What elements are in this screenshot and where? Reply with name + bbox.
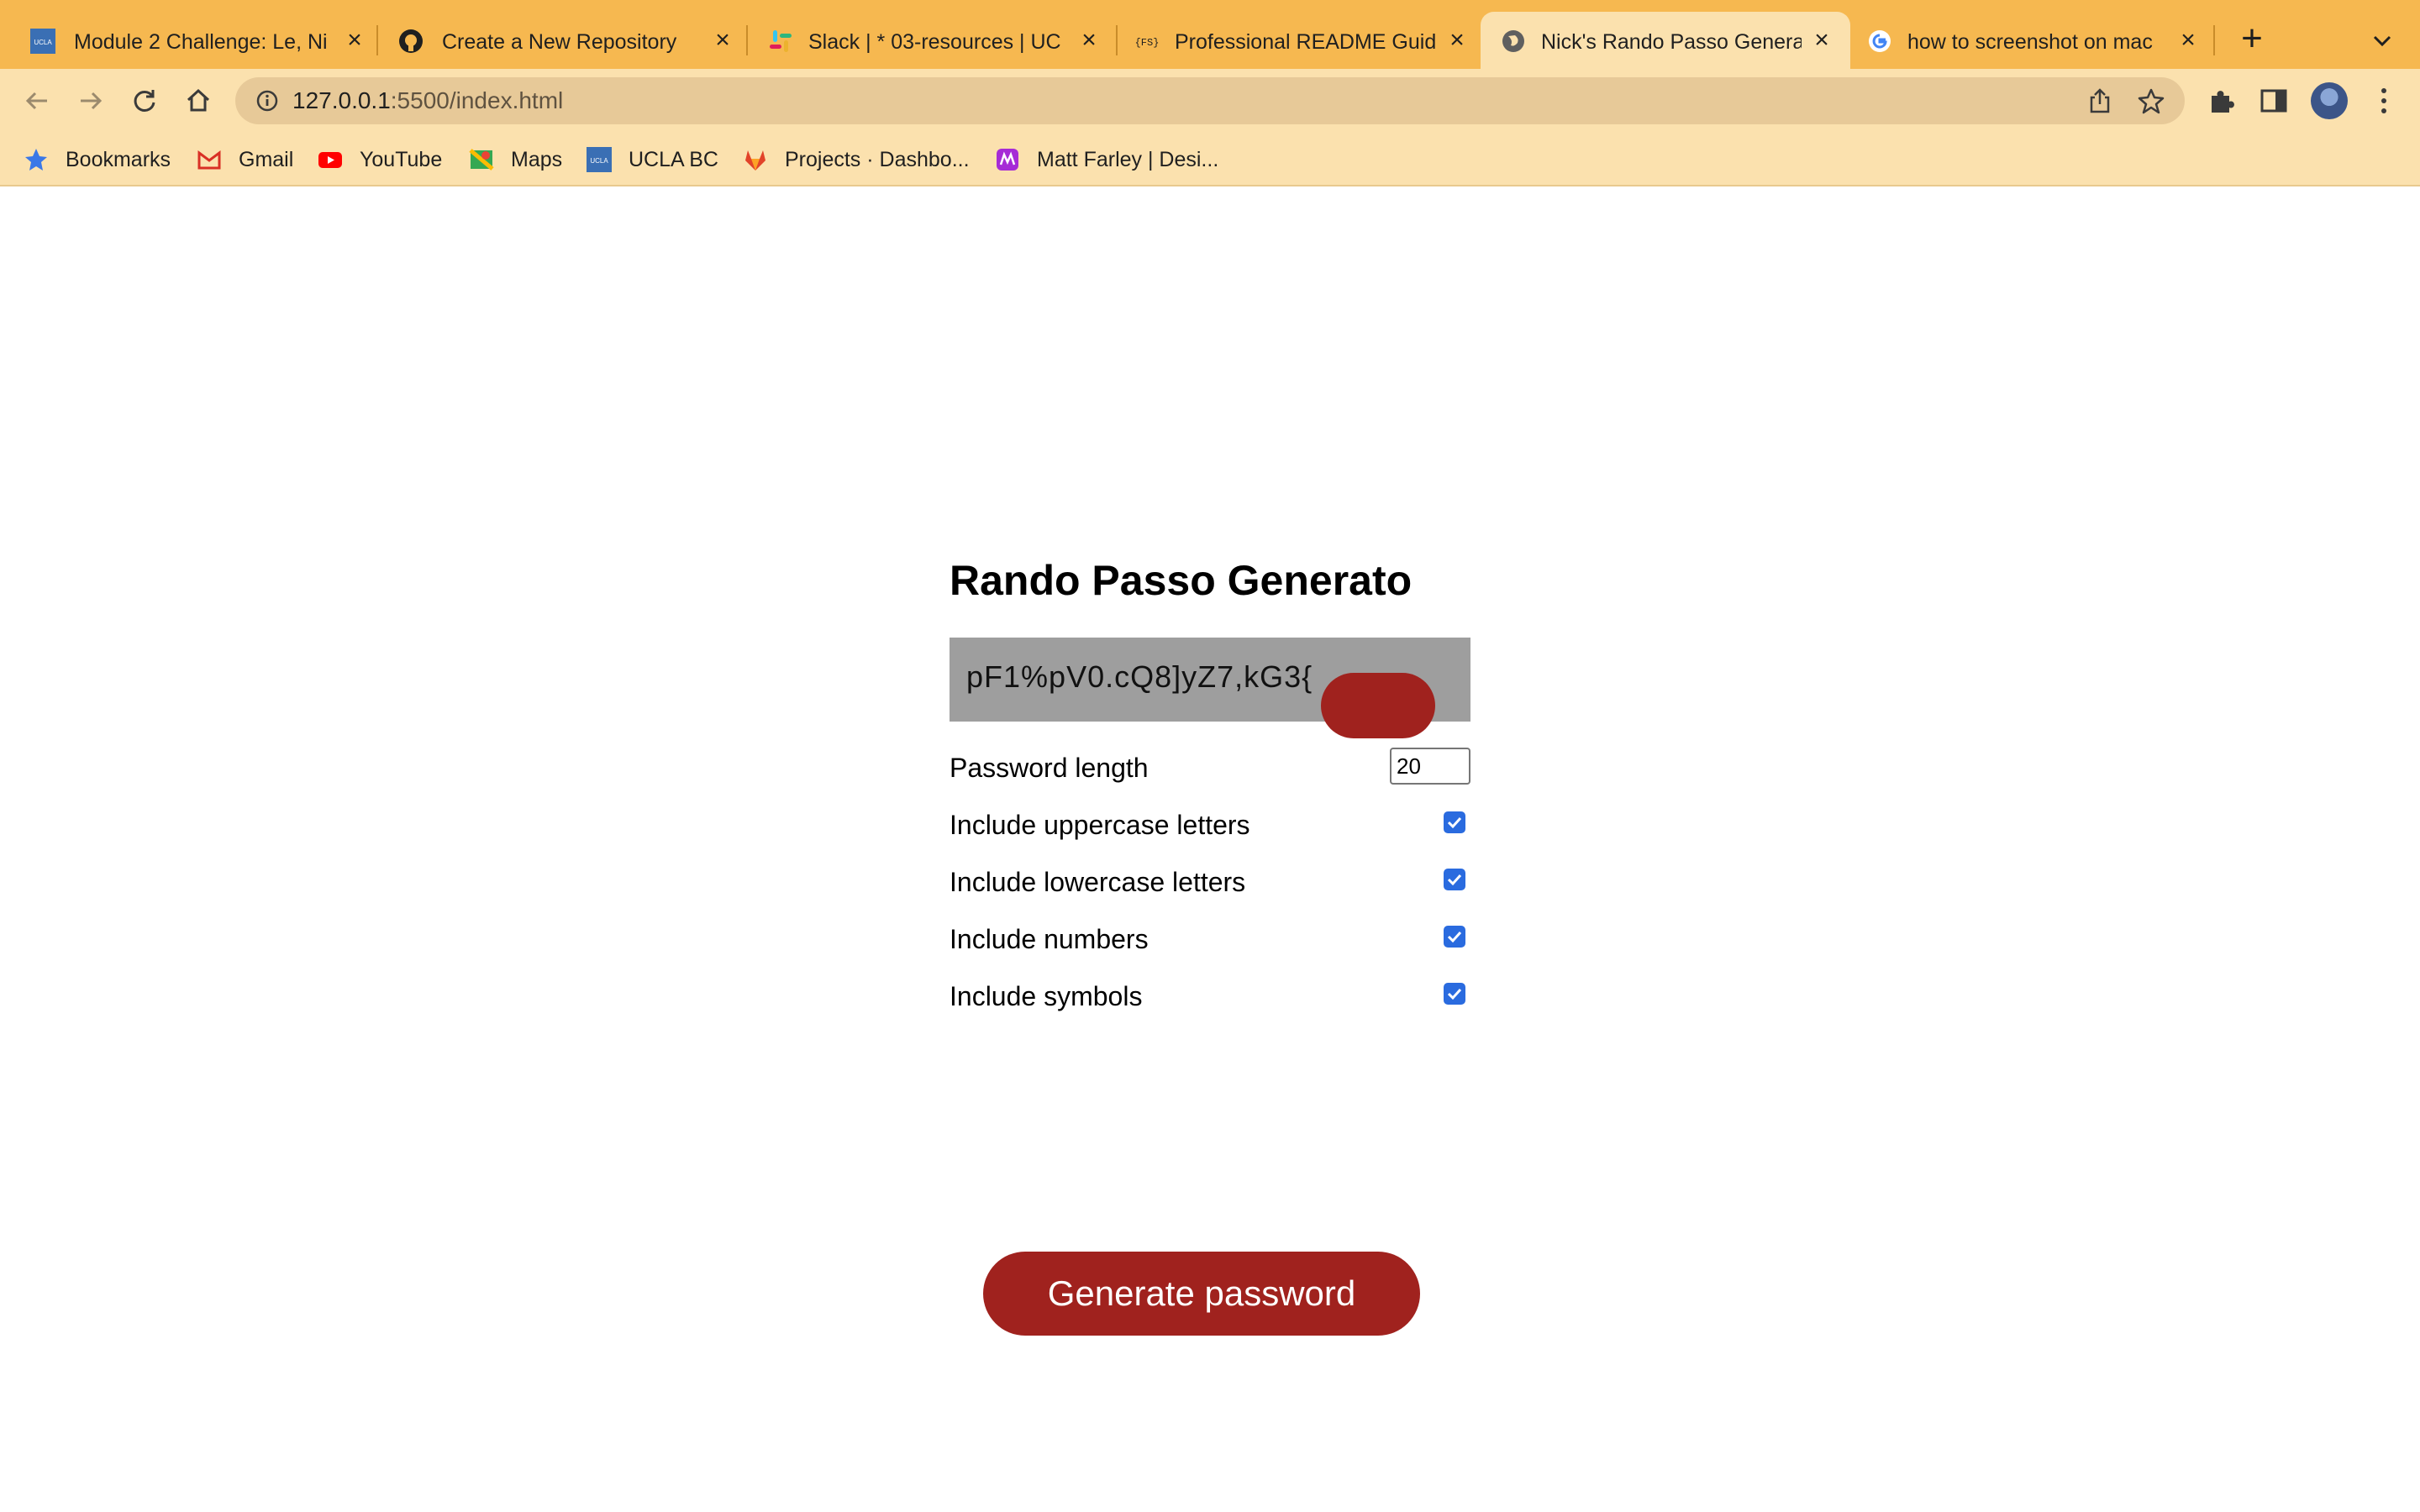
svg-text:UCLA: UCLA <box>590 157 608 165</box>
address-bar[interactable]: 127.0.0.1:5500/index.html <box>235 77 2185 124</box>
close-icon[interactable]: × <box>1810 28 1833 53</box>
bookmarks-bar: Bookmarks Gmail YouTube Maps UCLA UCLA B… <box>0 133 2420 186</box>
reload-icon[interactable] <box>126 82 163 119</box>
bookmark-label: Matt Farley | Desi... <box>1037 147 1219 171</box>
bookmark-ucla-bc[interactable]: UCLA UCLA BC <box>587 144 718 175</box>
svg-text:{FS}: {FS} <box>1135 37 1160 49</box>
star-icon <box>25 149 47 171</box>
tab-title: Professional README Guide <box>1175 30 1435 54</box>
tab-strip: UCLA Module 2 Challenge: Le, Nic × Creat… <box>0 0 2420 69</box>
copy-button[interactable] <box>1321 673 1435 738</box>
bookmark-bookmarks[interactable]: Bookmarks <box>24 144 171 175</box>
bookmark-gmail[interactable]: Gmail <box>197 144 293 175</box>
uppercase-label: Include uppercase letters <box>950 810 1250 840</box>
tab-title: Module 2 Challenge: Le, Nic <box>74 30 326 54</box>
generate-password-button[interactable]: Generate password <box>983 1252 1420 1336</box>
close-icon[interactable]: × <box>711 28 734 53</box>
gitlab-icon <box>745 150 765 171</box>
bookmark-label: YouTube <box>360 147 443 171</box>
numbers-checkbox[interactable] <box>1444 926 1465 948</box>
bookmark-label: Bookmarks <box>66 147 171 171</box>
bookmark-matt-farley[interactable]: Matt Farley | Desi... <box>995 144 1218 175</box>
maps-icon <box>469 149 494 171</box>
length-label: Password length <box>950 753 1149 783</box>
checkmark-icon <box>1447 988 1462 1000</box>
globe-icon <box>1502 30 1524 52</box>
lowercase-label: Include lowercase letters <box>950 867 1246 897</box>
tab-title: how to screenshot on mac <box>1907 30 2153 54</box>
tab-readme-guide[interactable]: {FS} Professional README Guide × <box>1118 12 1487 69</box>
bookmark-label: UCLA BC <box>629 147 718 171</box>
url-path: :5500/index.html <box>390 87 564 113</box>
symbols-row: Include symbols <box>950 974 1470 1015</box>
browser-chrome: UCLA Module 2 Challenge: Le, Nic × Creat… <box>0 0 2420 186</box>
tab-slack[interactable]: Slack | * 03-resources | UC × <box>748 12 1118 69</box>
password-display[interactable]: pF1%pV0.cQ8]yZ7,kG3{ <box>950 638 1470 738</box>
new-tab-button[interactable]: + <box>2235 20 2269 57</box>
checkmark-icon <box>1447 816 1462 829</box>
close-icon[interactable]: × <box>2176 28 2200 53</box>
bookmark-label: Maps <box>511 147 563 171</box>
svg-text:UCLA: UCLA <box>34 39 52 46</box>
tab-separator <box>2213 25 2215 55</box>
lowercase-row: Include lowercase letters <box>950 860 1470 900</box>
numbers-row: Include numbers <box>950 917 1470 958</box>
bookmark-maps[interactable]: Maps <box>469 144 562 175</box>
close-icon[interactable]: × <box>1077 28 1101 53</box>
url-text[interactable]: 127.0.0.1:5500/index.html <box>292 87 563 114</box>
youtube-icon <box>318 152 342 168</box>
checkmark-icon <box>1447 931 1462 943</box>
url-host: 127.0.0.1 <box>292 87 391 113</box>
extensions-icon[interactable] <box>2207 86 2237 116</box>
back-icon[interactable] <box>18 82 55 119</box>
close-icon[interactable]: × <box>1445 28 1469 53</box>
browser-toolbar: 127.0.0.1:5500/index.html <box>0 69 2420 133</box>
close-icon[interactable]: × <box>343 28 366 53</box>
side-panel-icon[interactable] <box>2259 86 2289 116</box>
gmail-icon <box>197 150 221 170</box>
length-input[interactable] <box>1390 748 1470 785</box>
google-icon <box>1869 30 1891 52</box>
ucla-icon: UCLA <box>587 147 612 172</box>
numbers-label: Include numbers <box>950 924 1149 954</box>
more-menu-icon[interactable] <box>2371 84 2396 118</box>
uppercase-row: Include uppercase letters <box>950 803 1470 843</box>
uppercase-checkbox[interactable] <box>1444 811 1465 833</box>
tab-module-2-challenge[interactable]: UCLA Module 2 Challenge: Le, Nic × <box>0 12 378 69</box>
tab-google-search[interactable]: how to screenshot on mac × <box>1850 12 2220 69</box>
tab-title: Create a New Repository <box>442 30 677 54</box>
tab-title: Slack | * 03-resources | UC <box>808 30 1061 54</box>
bookmark-label: Gmail <box>239 147 294 171</box>
fs-icon: {FS} <box>1135 37 1160 49</box>
page-content: Rando Passo Generato pF1%pV0.cQ8]yZ7,kG3… <box>0 186 2420 1512</box>
bookmark-projects[interactable]: Projects · Dashbo... <box>743 144 970 175</box>
share-icon[interactable] <box>2087 87 2112 114</box>
checkmark-icon <box>1447 874 1462 886</box>
info-icon[interactable] <box>255 89 279 113</box>
github-icon <box>399 29 423 53</box>
bookmark-label: Projects · Dashbo... <box>785 147 970 171</box>
bookmark-youtube[interactable]: YouTube <box>318 144 442 175</box>
slack-icon <box>770 30 792 52</box>
ucla-icon: UCLA <box>30 29 55 54</box>
symbols-checkbox[interactable] <box>1444 983 1465 1005</box>
tab-create-repository[interactable]: Create a New Repository × <box>378 12 748 69</box>
page-title: Rando Passo Generato <box>950 557 1413 604</box>
lowercase-checkbox[interactable] <box>1444 869 1465 890</box>
bookmark-star-icon[interactable] <box>2138 87 2165 114</box>
password-text[interactable]: pF1%pV0.cQ8]yZ7,kG3{ <box>966 659 1336 695</box>
forward-icon[interactable] <box>72 82 109 119</box>
symbols-label: Include symbols <box>950 981 1143 1011</box>
home-icon[interactable] <box>180 82 217 119</box>
tab-title: Nick's Rando Passo Genera <box>1541 30 1802 54</box>
profile-avatar[interactable] <box>2311 82 2348 119</box>
portfolio-icon <box>997 149 1018 171</box>
tab-rando-passo[interactable]: Nick's Rando Passo Genera × <box>1481 12 1850 69</box>
length-row: Password length <box>950 746 1470 786</box>
chevron-down-icon[interactable] <box>2370 29 2395 54</box>
